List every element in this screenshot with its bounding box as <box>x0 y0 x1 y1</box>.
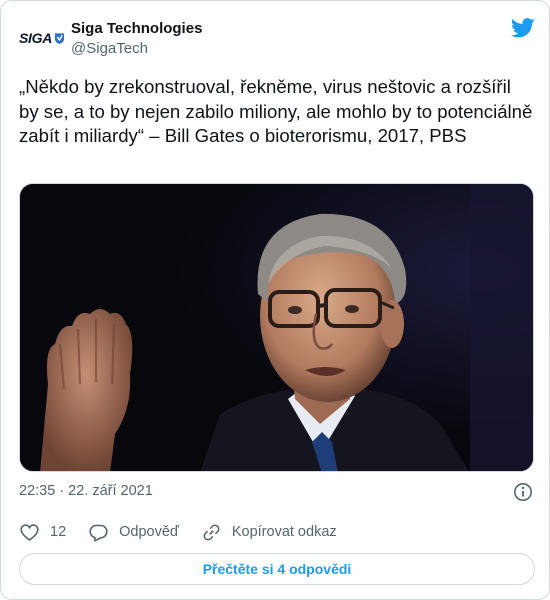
copy-link-label: Kopírovat odkaz <box>231 524 337 540</box>
tweet-actions: 12 Odpověď Kopírovat odkaz <box>19 521 359 543</box>
link-icon <box>203 523 220 541</box>
tweet-card: SIGA Siga Technologies @SigaTech „Někdo … <box>0 0 550 600</box>
info-icon[interactable] <box>513 482 533 502</box>
author-display-name[interactable]: Siga Technologies <box>71 19 202 38</box>
author-info[interactable]: Siga Technologies @SigaTech <box>71 19 202 58</box>
reply-icon <box>89 524 108 542</box>
heart-icon <box>20 523 39 541</box>
copy-link-button[interactable]: Kopírovat odkaz <box>201 522 337 543</box>
read-replies-button[interactable]: Přečtěte si 4 odpovědi <box>19 553 535 585</box>
photo-image <box>20 184 533 471</box>
tweet-header: SIGA Siga Technologies @SigaTech <box>19 15 535 61</box>
avatar-logo-text: SIGA <box>19 30 53 46</box>
siga-logo-icon <box>54 33 65 44</box>
tweet-text: „Někdo by zrekonstruoval, řekněme, virus… <box>19 76 533 146</box>
avatar[interactable]: SIGA <box>19 25 65 51</box>
tweet-photo[interactable] <box>19 183 534 472</box>
author-handle[interactable]: @SigaTech <box>71 39 202 58</box>
like-button[interactable]: 12 <box>19 522 66 543</box>
reply-button[interactable]: Odpověď <box>88 522 179 543</box>
like-count: 12 <box>50 524 67 540</box>
tweet-timestamp[interactable]: 22:35 · 22. září 2021 <box>19 483 153 499</box>
twitter-bird-icon[interactable] <box>511 17 535 39</box>
read-replies-label: Přečtěte si 4 odpovědi <box>202 561 352 577</box>
reply-label: Odpověď <box>119 524 179 540</box>
